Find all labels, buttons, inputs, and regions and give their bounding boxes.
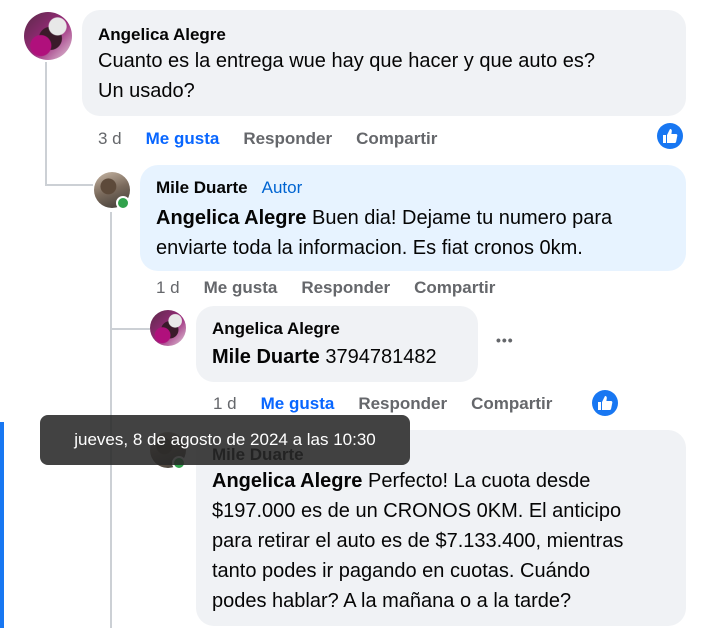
like-reaction-badge[interactable] [657, 123, 683, 149]
comment-text: 3794781482 [319, 346, 437, 368]
comment-author[interactable]: Angelica Alegre [98, 24, 670, 46]
focus-indicator-bar [0, 422, 4, 628]
comment-text-line: Angelica Alegre Perfecto! La cuota desde [212, 466, 670, 496]
share-button[interactable]: Compartir [356, 129, 437, 149]
comment-author[interactable]: Mile Duarte [156, 178, 248, 197]
avatar-angelica[interactable] [24, 12, 72, 60]
mention-link[interactable]: Angelica Alegre [212, 470, 362, 492]
mention-link[interactable]: Angelica Alegre [156, 207, 306, 229]
share-button[interactable]: Compartir [414, 278, 495, 298]
reply-button[interactable]: Responder [301, 278, 390, 298]
comment-text-line: Un usado? [98, 80, 195, 102]
comment-bubble-2: Mile Duarte Autor Angelica Alegre Buen di… [140, 165, 686, 271]
comment-text-line: Angelica Alegre Buen dia! Dejame tu nume… [156, 203, 670, 233]
comment-text-line: Mile Duarte 3794781482 [212, 342, 462, 372]
comment-text-line: podes hablar? A la mañana o a la tarde? [212, 590, 572, 612]
reply-button[interactable]: Responder [243, 129, 332, 149]
thread-line-2 [110, 212, 112, 330]
comment-actions-3: 1 d Me gusta Responder Compartir [213, 394, 576, 414]
comment-time[interactable]: 3 d [98, 129, 122, 149]
thread-line-3 [110, 330, 112, 628]
timestamp-tooltip: jueves, 8 de agosto de 2024 a las 10:30 [40, 415, 410, 465]
like-button[interactable]: Me gusta [146, 129, 220, 149]
like-button[interactable]: Me gusta [261, 394, 335, 414]
more-options-button[interactable]: ••• [496, 332, 514, 348]
comment-time[interactable]: 1 d [213, 394, 237, 414]
comment-actions-1: 3 d Me gusta Responder Compartir [98, 129, 461, 149]
thumbs-up-icon [663, 129, 678, 143]
online-status-dot [116, 196, 130, 210]
thread-line-main [45, 62, 47, 184]
comment-text-line: tanto podes ir pagando en cuotas. Cuándo [212, 560, 591, 582]
thread-curve-1 [45, 184, 93, 186]
comment-bubble-3: Angelica Alegre Mile Duarte 3794781482 [196, 306, 478, 382]
like-reaction-badge[interactable] [592, 390, 618, 416]
comment-actions-2: 1 d Me gusta Responder Compartir [156, 278, 519, 298]
like-button[interactable]: Me gusta [204, 278, 278, 298]
comment-bubble-1: Angelica Alegre Cuanto es la entrega wue… [82, 10, 686, 116]
thumbs-up-icon [598, 396, 613, 410]
author-badge: Autor [261, 178, 303, 197]
comment-time[interactable]: 1 d [156, 278, 180, 298]
share-button[interactable]: Compartir [471, 394, 552, 414]
comment-text-line: $197.000 es de un CRONOS 0KM. El anticip… [212, 500, 622, 522]
thread-curve-2 [110, 328, 150, 330]
avatar-angelica[interactable] [150, 310, 186, 346]
mention-link[interactable]: Mile Duarte [212, 346, 320, 368]
comment-text: Perfecto! La cuota desde [362, 470, 591, 492]
comment-author-row: Mile Duarte Autor [156, 177, 670, 199]
comment-text: Buen dia! Dejame tu numero para [306, 207, 613, 229]
reply-button[interactable]: Responder [358, 394, 447, 414]
comment-text-line: enviarte toda la informacion. Es fiat cr… [156, 237, 583, 259]
comment-text-line: Cuanto es la entrega wue hay que hacer y… [98, 50, 596, 72]
comment-author[interactable]: Angelica Alegre [212, 318, 462, 340]
comment-text-line: para retirar el auto es de $7.133.400, m… [212, 530, 624, 552]
